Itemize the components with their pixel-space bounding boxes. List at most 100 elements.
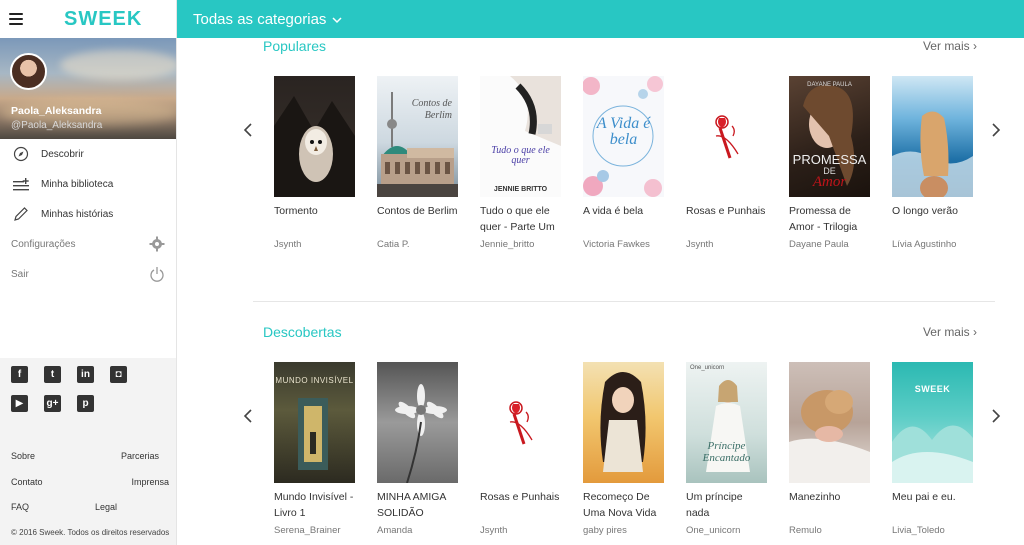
section-popular-title: Populares <box>263 38 327 54</box>
book-card[interactable]: Contos de Berlim Contos de Berlim Catia … <box>377 76 458 250</box>
book-title[interactable]: Manezinho <box>789 490 870 522</box>
book-author[interactable]: Dayane Paula <box>789 239 870 250</box>
book-title[interactable]: Tudo o que ele quer - Parte Um <box>480 204 561 236</box>
book-title[interactable]: O longo verão <box>892 204 973 236</box>
google-plus-icon[interactable]: g+ <box>44 395 61 412</box>
book-author[interactable]: Jennie_britto <box>480 239 561 250</box>
book-card[interactable]: Rosas e Punhais Jsynth <box>686 76 767 250</box>
book-title[interactable]: Promessa de Amor - Trilogia <box>789 204 870 236</box>
footer-partners-link[interactable]: Parcerias <box>121 451 159 477</box>
book-card[interactable]: A Vida é bela A vida é bela Victoria Faw… <box>583 76 664 250</box>
youtube-icon[interactable]: ▶ <box>11 395 28 412</box>
book-author[interactable]: Jsynth <box>274 239 355 250</box>
book-card[interactable]: Recomeço De Uma Nova Vida gaby pires <box>583 362 664 536</box>
linkedin-icon[interactable]: in <box>77 366 94 383</box>
library-add-icon <box>11 175 31 193</box>
book-cover[interactable] <box>583 362 664 483</box>
book-author[interactable]: Jsynth <box>686 239 767 250</box>
book-author[interactable]: Remulo <box>789 525 870 536</box>
footer-legal-link[interactable]: Legal <box>95 502 117 528</box>
book-title[interactable]: Meu pai e eu. <box>892 490 973 522</box>
book-cover[interactable]: One_unicorn Príncipe Encantado <box>686 362 767 483</box>
book-card[interactable]: O longo verão Lívia Agustinho <box>892 76 973 250</box>
book-author[interactable]: One_unicorn <box>686 525 767 536</box>
cover-author-text: DAYANE PAULA <box>807 82 852 88</box>
nav-settings[interactable]: Configurações <box>0 229 176 259</box>
book-cover[interactable] <box>274 76 355 197</box>
book-cover[interactable] <box>789 362 870 483</box>
book-title[interactable]: MINHA AMIGA SOLIDÃO <box>377 490 458 522</box>
nav-library-label: Minha biblioteca <box>41 178 114 190</box>
book-title[interactable]: Tormento <box>274 204 355 236</box>
category-title: Todas as categorias <box>193 10 327 28</box>
book-title[interactable]: Rosas e Punhais <box>480 490 561 522</box>
book-title[interactable]: Um príncipe nada <box>686 490 767 522</box>
book-card[interactable]: MINHA AMIGA SOLIDÃO Amanda <box>377 362 458 536</box>
book-card[interactable]: DAYANE PAULA PROMESSA DE Amor Promessa d… <box>789 76 870 250</box>
nav-discover-label: Descobrir <box>41 148 84 160</box>
profile-handle: @Paola_Aleksandra <box>11 120 103 131</box>
book-cover[interactable]: Contos de Berlim <box>377 76 458 197</box>
book-author[interactable]: Amanda <box>377 525 458 536</box>
book-card[interactable]: Tudo o que ele quer JENNIE BRITTO Tudo o… <box>480 76 561 250</box>
book-cover[interactable]: A Vida é bela <box>583 76 664 197</box>
pinterest-icon[interactable]: p <box>77 395 94 412</box>
footer-press-link[interactable]: Imprensa <box>131 477 169 503</box>
nav-discover[interactable]: Descobrir <box>0 139 176 169</box>
popular-see-more-link[interactable]: Ver mais › <box>923 39 977 53</box>
discoveries-see-more-label: Ver mais <box>922 325 970 339</box>
book-title[interactable]: Mundo Invisível - Livro 1 <box>274 490 355 522</box>
book-title[interactable]: Rosas e Punhais <box>686 204 767 236</box>
book-cover[interactable] <box>686 76 767 197</box>
cover-title-text: Tudo o que ele quer <box>491 145 550 166</box>
book-cover[interactable]: Tudo o que ele quer JENNIE BRITTO <box>480 76 561 197</box>
discoveries-prev-arrow[interactable] <box>243 407 253 430</box>
book-author[interactable]: Victoria Fawkes <box>583 239 664 250</box>
profile-banner[interactable]: Paola_Aleksandra @Paola_Aleksandra <box>0 38 176 139</box>
book-author[interactable]: Livia_Toledo <box>892 525 973 536</box>
footer-about-link[interactable]: Sobre <box>11 451 35 477</box>
footer-contact-link[interactable]: Contato <box>11 477 43 503</box>
book-author[interactable]: Lívia Agustinho <box>892 239 973 250</box>
sweek-logo[interactable]: SWEEK <box>64 8 142 31</box>
compass-icon <box>11 145 31 163</box>
book-card[interactable]: Tormento Jsynth <box>274 76 355 250</box>
book-author[interactable]: Jsynth <box>480 525 561 536</box>
facebook-icon[interactable]: f <box>11 366 28 383</box>
section-popular: Populares Ver mais › Tormento Jsynth Con… <box>177 38 1024 301</box>
power-icon <box>147 265 167 283</box>
book-card[interactable]: Manezinho Remulo <box>789 362 870 536</box>
cover-title-text: Príncipe Encantado <box>702 440 751 464</box>
section-divider <box>253 301 995 302</box>
book-author[interactable]: gaby pires <box>583 525 664 536</box>
book-card[interactable]: One_unicorn Príncipe Encantado Um prínci… <box>686 362 767 536</box>
book-title[interactable]: Recomeço De Uma Nova Vida <box>583 490 664 522</box>
footer-faq-link[interactable]: FAQ <box>11 502 29 528</box>
top-bar: Todas as categorias <box>177 0 1024 38</box>
instagram-icon[interactable]: ◘ <box>110 366 127 383</box>
book-title[interactable]: A vida é bela <box>583 204 664 236</box>
book-card[interactable]: Rosas e Punhais Jsynth <box>480 362 561 536</box>
nav-logout[interactable]: Sair <box>0 259 176 289</box>
nav-library[interactable]: Minha biblioteca <box>0 169 176 199</box>
nav-stories[interactable]: Minhas histórias <box>0 199 176 229</box>
avatar[interactable] <box>10 53 47 90</box>
book-title[interactable]: Contos de Berlim <box>377 204 458 236</box>
category-dropdown[interactable]: Todas as categorias <box>193 11 342 28</box>
twitter-icon[interactable]: t <box>44 366 61 383</box>
book-cover[interactable] <box>480 362 561 483</box>
sidebar-header: SWEEK <box>0 0 176 38</box>
discoveries-see-more-link[interactable]: Ver mais › <box>923 325 977 339</box>
book-card[interactable]: SWEEK Meu pai e eu. Livia_Toledo <box>892 362 973 536</box>
book-cover[interactable] <box>892 76 973 197</box>
book-card[interactable]: MUNDO INVISÍVEL Mundo Invisível - Livro … <box>274 362 355 536</box>
popular-prev-arrow[interactable] <box>243 121 253 144</box>
book-author[interactable]: Serena_Brainer <box>274 525 355 536</box>
book-cover[interactable] <box>377 362 458 483</box>
sidebar-footer: f t in ◘ ▶ g+ p Sobre Parcerias Contato … <box>0 358 176 545</box>
book-cover[interactable]: DAYANE PAULA PROMESSA DE Amor <box>789 76 870 197</box>
book-author[interactable]: Catia P. <box>377 239 458 250</box>
hamburger-menu-icon[interactable] <box>9 13 23 25</box>
book-cover[interactable]: SWEEK <box>892 362 973 483</box>
book-cover[interactable]: MUNDO INVISÍVEL <box>274 362 355 483</box>
